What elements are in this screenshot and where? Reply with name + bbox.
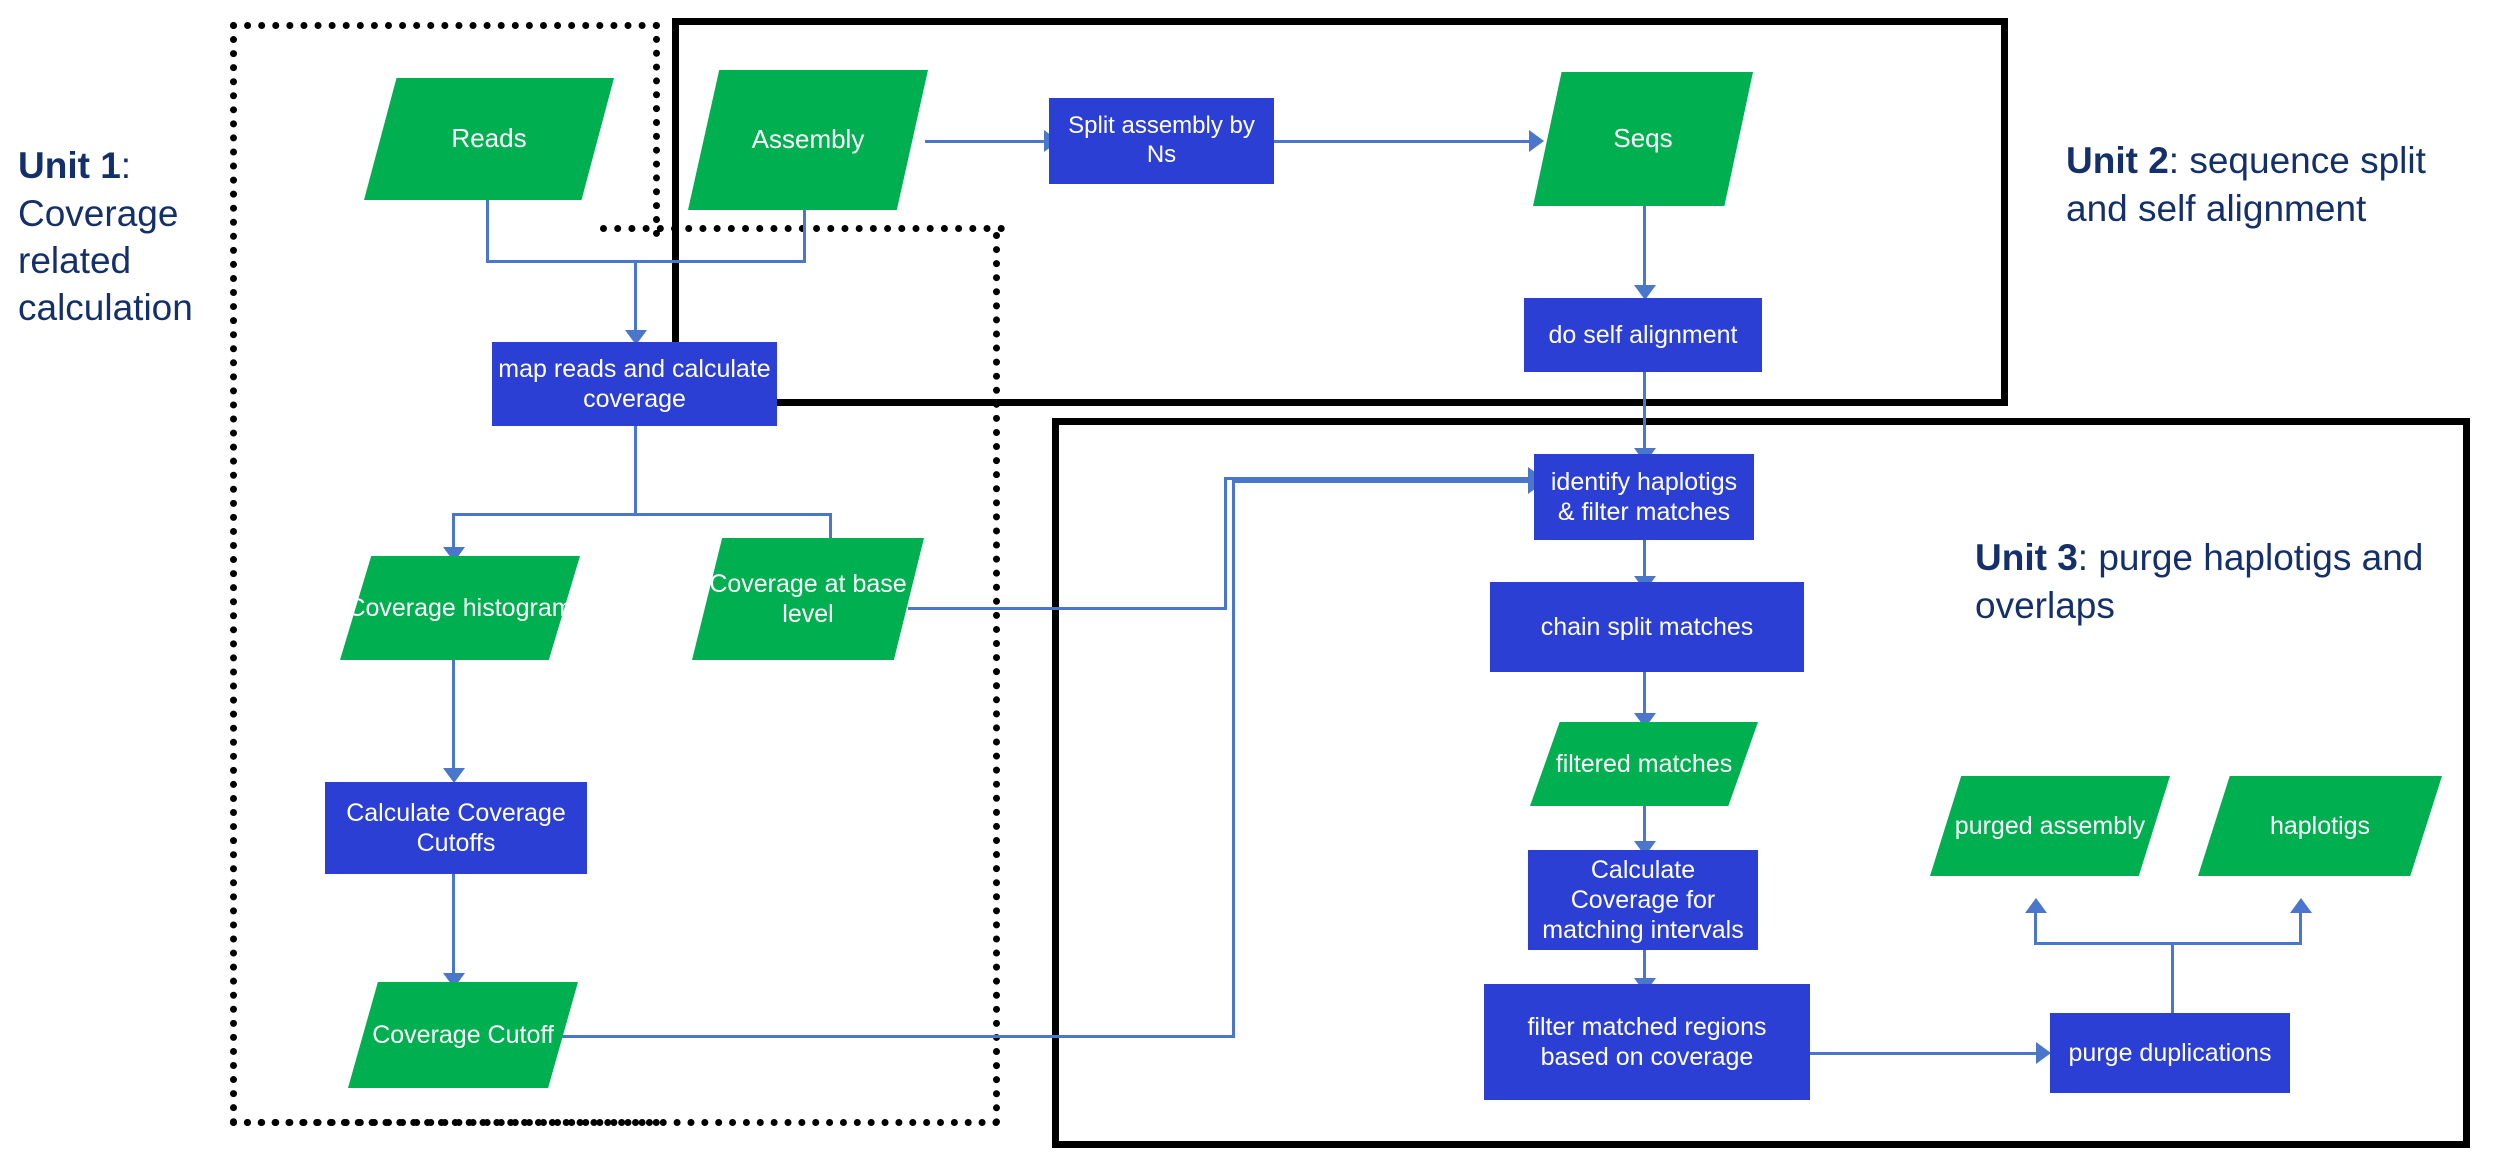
node-identify-haplotigs-label: identify haplotigs & filter matches bbox=[1550, 468, 1738, 526]
node-calc-cov-intervals[interactable]: Calculate Coverage for matching interval… bbox=[1528, 850, 1758, 950]
arrow-calculate-cutoffs bbox=[443, 768, 465, 783]
unit2-label: Unit 2: sequence split and self alignmen… bbox=[2066, 90, 2486, 232]
arrow-purged-assembly bbox=[2025, 898, 2047, 913]
node-seqs-label: Seqs bbox=[1613, 123, 1673, 154]
node-purged-assembly-label: purged assembly bbox=[1954, 812, 2146, 840]
node-seqs[interactable]: Seqs bbox=[1533, 72, 1753, 206]
arrow-seqs bbox=[1529, 130, 1544, 152]
node-filtered-matches-label: filtered matches bbox=[1555, 750, 1733, 778]
node-filtered-matches[interactable]: filtered matches bbox=[1530, 722, 1758, 806]
edge-assembly-split bbox=[925, 140, 1050, 143]
node-coverage-base-level[interactable]: Coverage at base level bbox=[692, 538, 924, 660]
node-chain-split-matches[interactable]: chain split matches bbox=[1490, 582, 1804, 672]
node-haplotigs[interactable]: haplotigs bbox=[2198, 776, 2442, 876]
edge-assembly-down bbox=[803, 209, 806, 263]
node-purged-assembly[interactable]: purged assembly bbox=[1930, 776, 2170, 876]
node-split-assembly[interactable]: Split assembly by Ns bbox=[1049, 98, 1274, 184]
node-self-alignment-label: do self alignment bbox=[1548, 321, 1738, 349]
node-coverage-histogram-label: Coverage histogram bbox=[347, 594, 573, 622]
node-assembly[interactable]: Assembly bbox=[688, 70, 928, 210]
node-filter-matched-regions[interactable]: filter matched regions based on coverage bbox=[1484, 984, 1810, 1100]
edge-hist-cutoffs bbox=[452, 660, 455, 774]
edge-coverage-split-bar bbox=[452, 513, 832, 516]
node-haplotigs-label: haplotigs bbox=[2269, 812, 2371, 840]
node-coverage-cutoff[interactable]: Coverage Cutoff bbox=[348, 982, 578, 1088]
node-reads[interactable]: Reads bbox=[364, 78, 614, 200]
node-assembly-label: Assembly bbox=[751, 124, 865, 155]
edge-cutoffs-cutoff bbox=[452, 873, 455, 979]
node-chain-split-matches-label: chain split matches bbox=[1540, 613, 1754, 641]
edge-purge-up bbox=[2171, 942, 2174, 1018]
edge-cutoff-up bbox=[1232, 480, 1235, 1038]
unit1-frame-notch bbox=[600, 22, 660, 237]
node-calculate-cutoffs-label: Calculate Coverage Cutoffs bbox=[346, 799, 566, 857]
edge-to-haplotigs bbox=[2299, 910, 2302, 944]
unit1-label-bold: Unit 1 bbox=[18, 145, 121, 187]
edge-junction-bar bbox=[486, 260, 806, 263]
edge-chain-filtered bbox=[1643, 671, 1646, 719]
node-split-assembly-label: Split assembly by Ns bbox=[1068, 112, 1255, 168]
node-self-alignment[interactable]: do self alignment bbox=[1524, 298, 1762, 372]
unit3-label: Unit 3: purge haplotigs and overlaps bbox=[1975, 487, 2445, 629]
unit1-label: Unit 1: Coverage related calculation bbox=[18, 95, 228, 332]
unit3-label-bold: Unit 3 bbox=[1975, 537, 2078, 579]
node-filter-matched-regions-label: filter matched regions based on coverage bbox=[1527, 1013, 1767, 1071]
edge-filter-purge bbox=[1810, 1052, 2042, 1055]
node-calculate-cutoffs[interactable]: Calculate Coverage Cutoffs bbox=[325, 782, 587, 874]
edge-reads-down bbox=[486, 199, 489, 262]
unit2-label-bold: Unit 2 bbox=[2066, 140, 2169, 182]
node-calc-cov-intervals-label: Calculate Coverage for matching interval… bbox=[1542, 856, 1744, 944]
node-identify-haplotigs[interactable]: identify haplotigs & filter matches bbox=[1534, 454, 1754, 540]
arrow-haplotigs bbox=[2290, 898, 2312, 913]
edge-to-mapreads bbox=[634, 260, 637, 336]
node-purge-duplications-label: purge duplications bbox=[2068, 1039, 2272, 1067]
flowchart-canvas: Unit 1: Coverage related calculation Uni… bbox=[0, 0, 2504, 1166]
edge-seqs-selfalign bbox=[1643, 205, 1646, 289]
node-coverage-histogram[interactable]: Coverage histogram bbox=[340, 556, 580, 660]
node-coverage-cutoff-label: Coverage Cutoff bbox=[372, 1021, 554, 1049]
edge-baselevel-up bbox=[1224, 477, 1227, 610]
node-reads-label: Reads bbox=[451, 123, 527, 154]
edge-split-seqs bbox=[1274, 140, 1534, 143]
edge-to-purged-assembly bbox=[2034, 910, 2037, 944]
edge-purge-split-bar bbox=[2034, 942, 2302, 945]
node-purge-duplications[interactable]: purge duplications bbox=[2050, 1013, 2290, 1093]
edge-selfalign-identify bbox=[1643, 372, 1646, 454]
node-map-reads[interactable]: map reads and calculate coverage bbox=[492, 342, 777, 426]
node-map-reads-label: map reads and calculate coverage bbox=[498, 355, 771, 413]
edge-mapreads-down bbox=[634, 426, 637, 516]
edge-cutoff-to-identify bbox=[1232, 480, 1534, 483]
arrow-purge-duplications bbox=[2036, 1042, 2051, 1064]
edge-baselevel-right bbox=[908, 607, 1224, 610]
node-coverage-base-level-label: Coverage at base level bbox=[709, 570, 907, 628]
